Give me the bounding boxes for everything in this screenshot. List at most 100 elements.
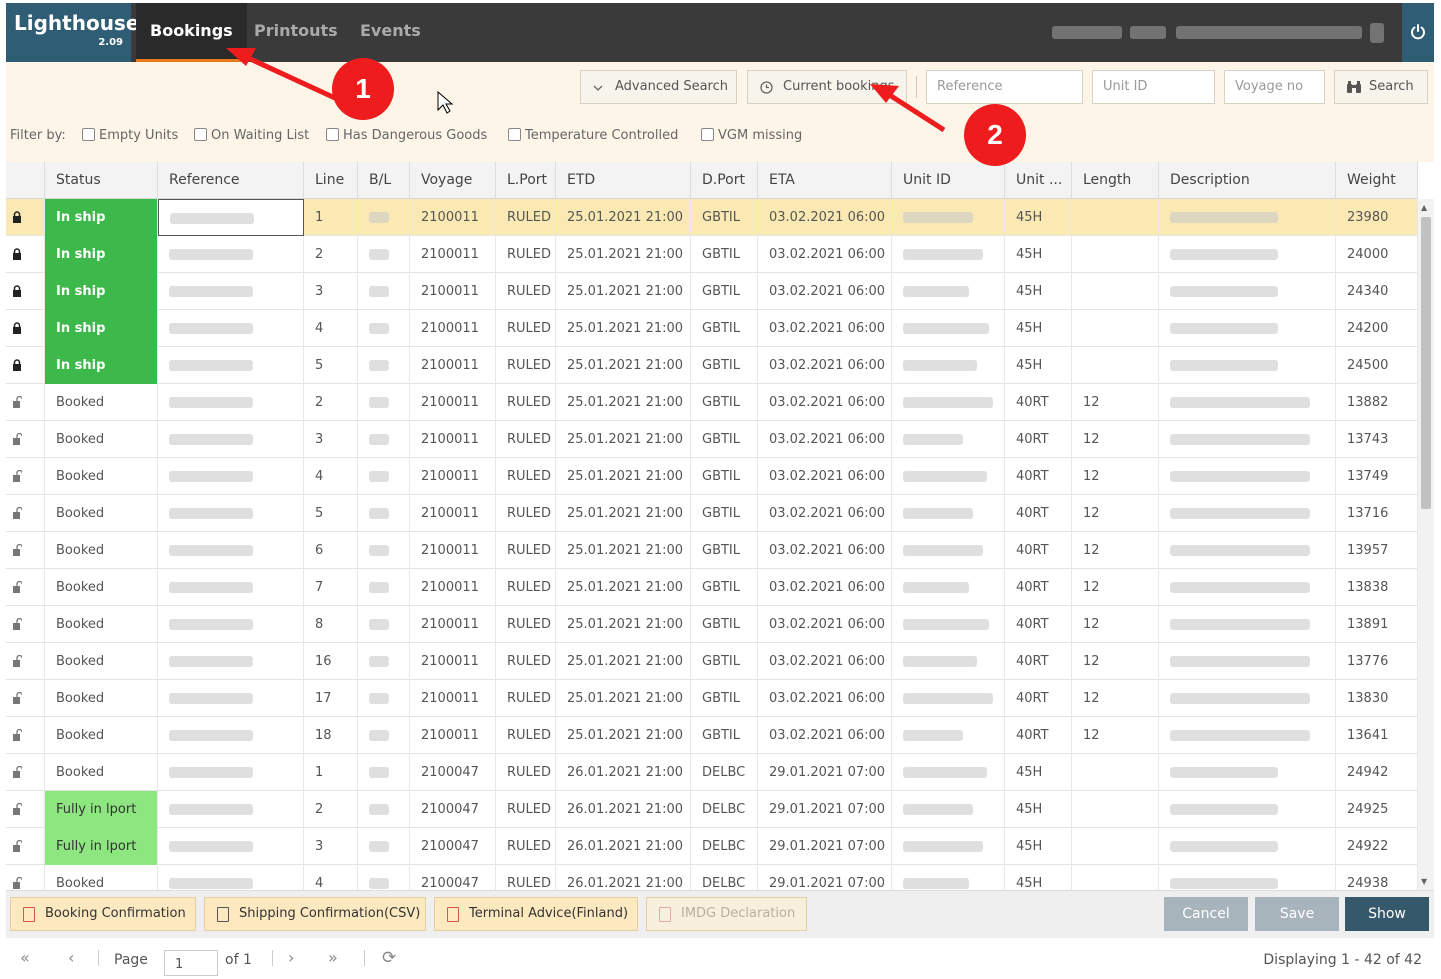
weight-cell[interactable]: 13830 (1336, 680, 1418, 717)
bl-cell-redacted[interactable] (358, 643, 410, 680)
etd-cell[interactable]: 25.01.2021 21:00 (556, 199, 691, 236)
unit-type-cell[interactable]: 40RT (1005, 606, 1072, 643)
weight-cell[interactable]: 13716 (1336, 495, 1418, 532)
reference-cell-redacted[interactable] (158, 199, 304, 236)
description-cell-redacted[interactable] (1159, 643, 1336, 680)
line-cell[interactable]: 7 (304, 569, 358, 606)
checkbox[interactable] (194, 128, 207, 141)
unit-type-cell[interactable]: 45H (1005, 865, 1072, 890)
loading-port-cell[interactable]: RULED (496, 421, 556, 458)
length-cell[interactable] (1072, 273, 1159, 310)
table-row[interactable]: In ship 2 2100011 RULED 25.01.2021 21:00 GBTI… (6, 236, 1418, 273)
previous-page-icon[interactable]: ‹ (68, 948, 74, 967)
weight-cell[interactable]: 13743 (1336, 421, 1418, 458)
etd-cell[interactable]: 26.01.2021 21:00 (556, 828, 691, 865)
unit-type-cell[interactable]: 45H (1005, 754, 1072, 791)
discharge-port-cell[interactable]: GBTIL (691, 384, 758, 421)
status-cell[interactable]: Booked (45, 717, 158, 754)
voyage-cell[interactable]: 2100011 (410, 458, 496, 495)
reference-cell-redacted[interactable] (158, 458, 304, 495)
scrollbar-thumb[interactable] (1421, 217, 1431, 509)
power-icon[interactable] (1402, 3, 1434, 62)
tab-printouts[interactable]: Printouts (240, 3, 352, 62)
reference-cell-redacted[interactable] (158, 569, 304, 606)
first-page-icon[interactable]: « (20, 948, 30, 967)
eta-cell[interactable]: 03.02.2021 06:00 (758, 606, 892, 643)
eta-cell[interactable]: 03.02.2021 06:00 (758, 199, 892, 236)
voyage-no-input[interactable]: Voyage no (1224, 70, 1325, 104)
discharge-port-cell[interactable]: GBTIL (691, 273, 758, 310)
status-cell[interactable]: Booked (45, 569, 158, 606)
voyage-cell[interactable]: 2100011 (410, 347, 496, 384)
length-cell[interactable] (1072, 199, 1159, 236)
tab-bookings[interactable]: Bookings (136, 3, 247, 62)
voyage-cell[interactable]: 2100047 (410, 791, 496, 828)
description-cell-redacted[interactable] (1159, 532, 1336, 569)
line-cell[interactable]: 4 (304, 458, 358, 495)
etd-cell[interactable]: 25.01.2021 21:00 (556, 569, 691, 606)
weight-cell[interactable]: 24200 (1336, 310, 1418, 347)
loading-port-cell[interactable]: RULED (496, 680, 556, 717)
advanced-search-button[interactable]: Advanced Search (580, 70, 737, 104)
line-cell[interactable]: 8 (304, 606, 358, 643)
discharge-port-cell[interactable]: GBTIL (691, 236, 758, 273)
description-cell-redacted[interactable] (1159, 421, 1336, 458)
table-row[interactable]: Booked 4 2100011 RULED 25.01.2021 21:00 GBTIL… (6, 458, 1418, 495)
unit-id-cell-redacted[interactable] (892, 643, 1005, 680)
unit-id-cell-redacted[interactable] (892, 680, 1005, 717)
length-cell[interactable]: 12 (1072, 643, 1159, 680)
bl-cell-redacted[interactable] (358, 606, 410, 643)
line-cell[interactable]: 5 (304, 347, 358, 384)
bl-cell-redacted[interactable] (358, 199, 410, 236)
unit-type-cell[interactable]: 40RT (1005, 532, 1072, 569)
discharge-port-cell[interactable]: DELBC (691, 828, 758, 865)
status-cell[interactable]: In ship (45, 199, 158, 236)
weight-cell[interactable]: 24925 (1336, 791, 1418, 828)
discharge-port-cell[interactable]: GBTIL (691, 532, 758, 569)
filter-vgm-missing[interactable]: VGM missing (701, 124, 802, 148)
eta-cell[interactable]: 03.02.2021 06:00 (758, 347, 892, 384)
length-cell[interactable] (1072, 236, 1159, 273)
last-page-icon[interactable]: » (328, 948, 338, 967)
table-row[interactable]: Fully in lport 2 2100047 RULED 26.01.2021 21… (6, 791, 1418, 828)
loading-port-cell[interactable]: RULED (496, 495, 556, 532)
unit-id-cell-redacted[interactable] (892, 717, 1005, 754)
weight-cell[interactable]: 13838 (1336, 569, 1418, 606)
column-header[interactable]: Unit ID (892, 162, 1005, 199)
unit-type-cell[interactable]: 45H (1005, 828, 1072, 865)
table-row[interactable]: In ship 1 2100011 RULED 25.01.2021 21:00 GBTI… (6, 199, 1418, 236)
description-cell-redacted[interactable] (1159, 273, 1336, 310)
cancel-button[interactable]: Cancel (1164, 897, 1248, 931)
table-row[interactable]: Booked 2 2100011 RULED 25.01.2021 21:00 GBTIL… (6, 384, 1418, 421)
eta-cell[interactable]: 03.02.2021 06:00 (758, 458, 892, 495)
status-cell[interactable]: In ship (45, 236, 158, 273)
bl-cell-redacted[interactable] (358, 791, 410, 828)
description-cell-redacted[interactable] (1159, 791, 1336, 828)
bl-cell-redacted[interactable] (358, 754, 410, 791)
reference-cell-redacted[interactable] (158, 273, 304, 310)
loading-port-cell[interactable]: RULED (496, 643, 556, 680)
discharge-port-cell[interactable]: GBTIL (691, 495, 758, 532)
unit-type-cell[interactable]: 40RT (1005, 421, 1072, 458)
checkbox[interactable] (508, 128, 521, 141)
loading-port-cell[interactable]: RULED (496, 606, 556, 643)
voyage-cell[interactable]: 2100011 (410, 236, 496, 273)
line-cell[interactable]: 4 (304, 310, 358, 347)
description-cell-redacted[interactable] (1159, 754, 1336, 791)
description-cell-redacted[interactable] (1159, 717, 1336, 754)
etd-cell[interactable]: 25.01.2021 21:00 (556, 458, 691, 495)
etd-cell[interactable]: 26.01.2021 21:00 (556, 754, 691, 791)
shipping-confirmation-button[interactable]: Shipping Confirmation(CSV) (204, 897, 426, 931)
etd-cell[interactable]: 25.01.2021 21:00 (556, 717, 691, 754)
status-cell[interactable]: Booked (45, 384, 158, 421)
unit-id-cell-redacted[interactable] (892, 236, 1005, 273)
loading-port-cell[interactable]: RULED (496, 865, 556, 890)
bl-cell-redacted[interactable] (358, 236, 410, 273)
unit-id-cell-redacted[interactable] (892, 273, 1005, 310)
unit-type-cell[interactable]: 45H (1005, 236, 1072, 273)
column-header[interactable]: D.Port (691, 162, 758, 199)
etd-cell[interactable]: 26.01.2021 21:00 (556, 865, 691, 890)
imdg-declaration-button[interactable]: IMDG Declaration (646, 897, 807, 931)
voyage-cell[interactable]: 2100047 (410, 865, 496, 890)
column-header[interactable]: L.Port (496, 162, 556, 199)
